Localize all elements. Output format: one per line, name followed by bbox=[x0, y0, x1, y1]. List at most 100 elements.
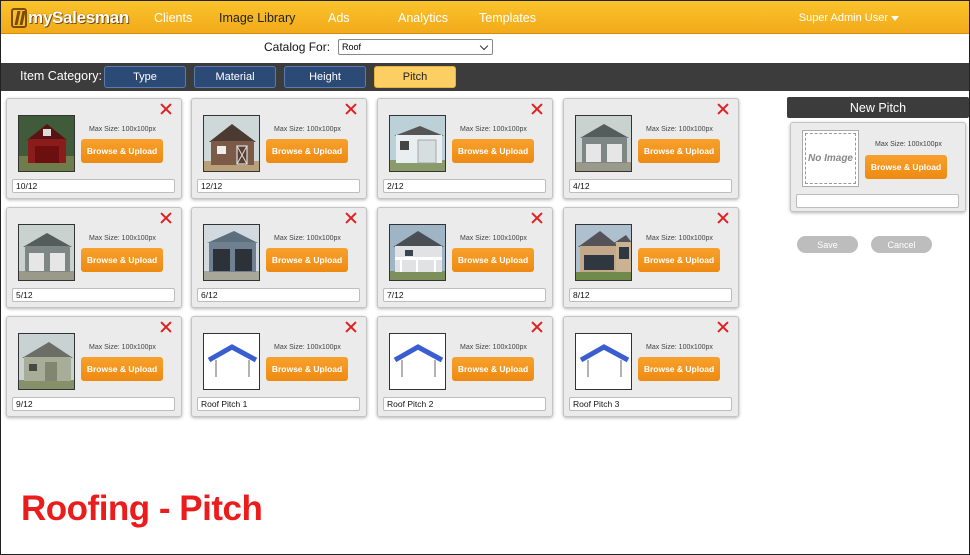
catalog-label: Catalog For: bbox=[264, 40, 331, 54]
max-size-label: Max Size: 100x100px bbox=[274, 235, 341, 242]
browse-upload-button[interactable]: Browse & Upload bbox=[81, 139, 163, 163]
max-size-label: Max Size: 100x100px bbox=[89, 235, 156, 242]
brown-barn-icon bbox=[203, 115, 260, 172]
item-card: Max Size: 100x100px Browse & Upload 7/12 bbox=[377, 207, 553, 308]
porch-house-icon bbox=[389, 224, 446, 281]
max-size-label: Max Size: 100x100px bbox=[89, 126, 156, 133]
item-card: Max Size: 100x100px Browse & Upload Roof… bbox=[563, 316, 739, 417]
delete-x-icon[interactable] bbox=[531, 103, 543, 115]
nav-templates[interactable]: Templates bbox=[479, 11, 536, 25]
delete-x-icon[interactable] bbox=[717, 103, 729, 115]
item-name-input[interactable]: 7/12 bbox=[383, 288, 546, 302]
nav-ads[interactable]: Ads bbox=[328, 11, 350, 25]
max-size-label: Max Size: 100x100px bbox=[460, 126, 527, 133]
category-material-button[interactable]: Material bbox=[194, 66, 276, 88]
item-name-input[interactable]: Roof Pitch 3 bbox=[569, 397, 732, 411]
item-card: Max Size: 100x100px Browse & Upload 5/12 bbox=[6, 207, 182, 308]
delete-x-icon[interactable] bbox=[717, 212, 729, 224]
item-card: Max Size: 100x100px Browse & Upload 9/12 bbox=[6, 316, 182, 417]
browse-upload-button[interactable]: Browse & Upload bbox=[266, 248, 348, 272]
browse-upload-button[interactable]: Browse & Upload bbox=[638, 357, 720, 381]
item-card: Max Size: 100x100px Browse & Upload 2/12 bbox=[377, 98, 553, 199]
category-bar: Item Category: Type Material Height Pitc… bbox=[1, 63, 969, 91]
max-size-label: Max Size: 100x100px bbox=[875, 141, 942, 148]
browse-upload-button[interactable]: Browse & Upload bbox=[638, 248, 720, 272]
grey-garage-icon bbox=[575, 115, 632, 172]
item-name-input[interactable]: 5/12 bbox=[12, 288, 175, 302]
delete-x-icon[interactable] bbox=[345, 321, 357, 333]
save-button[interactable]: Save bbox=[797, 236, 858, 253]
item-card: Max Size: 100x100px Browse & Upload 4/12 bbox=[563, 98, 739, 199]
category-type-button[interactable]: Type bbox=[104, 66, 186, 88]
item-card: Max Size: 100x100px Browse & Upload Roof… bbox=[191, 316, 367, 417]
roof-pitch-diagram-icon bbox=[389, 333, 446, 390]
browse-upload-button[interactable]: Browse & Upload bbox=[638, 139, 720, 163]
chevron-down-icon bbox=[479, 41, 489, 50]
item-name-input[interactable]: 8/12 bbox=[569, 288, 732, 302]
item-name-input[interactable]: Roof Pitch 2 bbox=[383, 397, 546, 411]
browse-upload-button[interactable]: Browse & Upload bbox=[81, 357, 163, 381]
delete-x-icon[interactable] bbox=[160, 103, 172, 115]
catalog-select-value: Roof bbox=[342, 42, 362, 52]
item-card: Max Size: 100x100px Browse & Upload 6/12 bbox=[191, 207, 367, 308]
logo-icon bbox=[11, 8, 27, 28]
delete-x-icon[interactable] bbox=[160, 321, 172, 333]
item-name-input[interactable]: 4/12 bbox=[569, 179, 732, 193]
browse-upload-button[interactable]: Browse & Upload bbox=[452, 357, 534, 381]
browse-upload-button[interactable]: Browse & Upload bbox=[452, 248, 534, 272]
red-barn-icon bbox=[18, 115, 75, 172]
delete-x-icon[interactable] bbox=[345, 103, 357, 115]
roof-pitch-diagram-icon bbox=[575, 333, 632, 390]
user-name: Super Admin User bbox=[798, 12, 888, 24]
item-name-input[interactable]: 2/12 bbox=[383, 179, 546, 193]
max-size-label: Max Size: 100x100px bbox=[460, 344, 527, 351]
new-pitch-name-input[interactable] bbox=[796, 194, 959, 208]
delete-x-icon[interactable] bbox=[160, 212, 172, 224]
green-barn-icon bbox=[18, 333, 75, 390]
item-name-input[interactable]: 10/12 bbox=[12, 179, 175, 193]
logo-text: mySalesman bbox=[28, 8, 129, 27]
delete-x-icon[interactable] bbox=[717, 321, 729, 333]
item-name-input[interactable]: 9/12 bbox=[12, 397, 175, 411]
delete-x-icon[interactable] bbox=[531, 321, 543, 333]
max-size-label: Max Size: 100x100px bbox=[89, 344, 156, 351]
nav-analytics[interactable]: Analytics bbox=[398, 11, 448, 25]
category-pitch-button[interactable]: Pitch bbox=[374, 66, 456, 88]
nav-image-library[interactable]: Image Library bbox=[219, 11, 295, 25]
browse-upload-button[interactable]: Browse & Upload bbox=[266, 139, 348, 163]
no-image-label: No Image bbox=[805, 133, 856, 184]
browse-upload-button[interactable]: Browse & Upload bbox=[81, 248, 163, 272]
browse-upload-button[interactable]: Browse & Upload bbox=[266, 357, 348, 381]
user-menu[interactable]: Super Admin User bbox=[799, 12, 899, 24]
item-name-input[interactable]: 6/12 bbox=[197, 288, 360, 302]
app-window: mySalesman Clients Image Library Ads Ana… bbox=[0, 0, 970, 555]
cancel-button[interactable]: Cancel bbox=[871, 236, 932, 253]
item-name-input[interactable]: 12/12 bbox=[197, 179, 360, 193]
item-card: Max Size: 100x100px Browse & Upload 12/1… bbox=[191, 98, 367, 199]
roof-pitch-diagram-icon bbox=[203, 333, 260, 390]
nav-clients[interactable]: Clients bbox=[154, 11, 192, 25]
delete-x-icon[interactable] bbox=[345, 212, 357, 224]
catalog-select[interactable]: Roof bbox=[338, 39, 494, 55]
delete-x-icon[interactable] bbox=[531, 212, 543, 224]
no-image-placeholder: No Image bbox=[802, 130, 859, 187]
grey-garage-icon bbox=[18, 224, 75, 281]
browse-upload-button[interactable]: Browse & Upload bbox=[452, 139, 534, 163]
sunroom-house-icon bbox=[575, 224, 632, 281]
item-card: Max Size: 100x100px Browse & Upload 10/1… bbox=[6, 98, 182, 199]
page-caption: Roofing - Pitch bbox=[21, 489, 263, 528]
max-size-label: Max Size: 100x100px bbox=[646, 235, 713, 242]
logo[interactable]: mySalesman bbox=[11, 7, 129, 29]
max-size-label: Max Size: 100x100px bbox=[274, 344, 341, 351]
item-card: Max Size: 100x100px Browse & Upload Roof… bbox=[377, 316, 553, 417]
max-size-label: Max Size: 100x100px bbox=[274, 126, 341, 133]
max-size-label: Max Size: 100x100px bbox=[646, 344, 713, 351]
catalog-row: Catalog For: Roof bbox=[264, 39, 494, 55]
white-shed-icon bbox=[389, 115, 446, 172]
top-nav: mySalesman Clients Image Library Ads Ana… bbox=[1, 1, 969, 34]
item-card: Max Size: 100x100px Browse & Upload 8/12 bbox=[563, 207, 739, 308]
item-name-input[interactable]: Roof Pitch 1 bbox=[197, 397, 360, 411]
category-height-button[interactable]: Height bbox=[284, 66, 366, 88]
max-size-label: Max Size: 100x100px bbox=[460, 235, 527, 242]
browse-upload-button[interactable]: Browse & Upload bbox=[865, 155, 947, 179]
